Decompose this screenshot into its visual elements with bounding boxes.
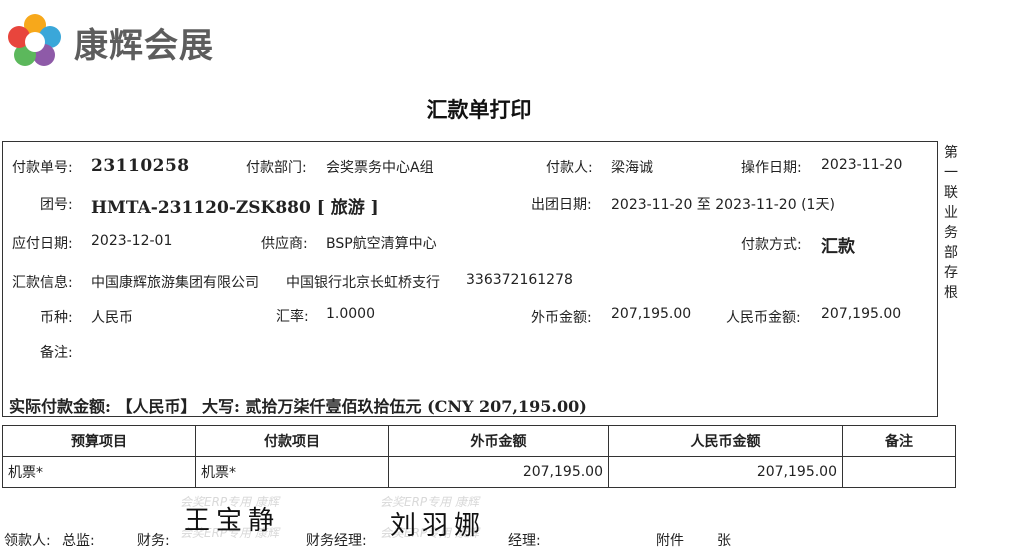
attachment-label: 附件 [656,533,684,549]
col-budget-item: 预算项目 [2,425,196,457]
group-no-label: 团号: [40,197,73,213]
remit-bank: 中国银行北京长虹桥支行 [286,275,440,291]
supplier-value: BSP航空清算中心 [326,236,437,252]
rmb-amount-value: 207,195.00 [821,306,902,322]
col-foreign-amount: 外币金额 [388,425,609,457]
due-date-value: 2023-12-01 [91,233,173,249]
cell-foreign-amount: 207,195.00 [388,456,609,488]
voucher-no-value: 23110258 [91,156,190,176]
cell-payment-item: 机票* [195,456,389,488]
cell-rmb-amount: 207,195.00 [608,456,843,488]
op-date-value: 2023-11-20 [821,157,903,173]
currency-label: 币种: [40,310,73,326]
finance-label: 财务: [137,533,170,549]
remit-info-label: 汇款信息: [12,275,73,291]
cell-budget-item: 机票* [2,456,196,488]
manager-label: 经理: [508,533,541,549]
payer-value: 梁海诚 [611,160,653,176]
finance-manager-label: 财务经理: [306,533,367,549]
pay-method-value: 汇款 [821,237,855,257]
depart-date-label: 出团日期: [531,197,592,213]
sheets-label: 张 [717,533,731,549]
signature-finance-manager: 刘羽娜 [390,511,487,541]
rmb-amount-label: 人民币金额: [726,310,801,326]
department-value: 会奖票务中心A组 [326,160,434,176]
signature-director: 王宝静 [184,506,281,536]
rate-label: 汇率: [276,309,309,325]
due-date-label: 应付日期: [12,236,73,252]
group-no-value: HMTA-231120-ZSK880 [ 旅游 ] [91,198,379,218]
receiver-label: 领款人: [4,533,51,549]
voucher-no-label: 付款单号: [12,160,73,176]
items-table: 预算项目 付款项目 外币金额 人民币金额 备注 机票* 机票* 207,195.… [2,425,956,488]
supplier-label: 供应商: [261,236,308,252]
table-row: 机票* 机票* 207,195.00 207,195.00 [2,456,956,488]
remark-label: 备注: [40,345,73,361]
foreign-amount-value: 207,195.00 [611,306,692,322]
col-rmb-amount: 人民币金额 [608,425,843,457]
depart-date-value: 2023-11-20 至 2023-11-20 (1天) [611,197,835,213]
director-label: 总监: [62,533,95,549]
col-remark: 备注 [842,425,956,457]
payer-label: 付款人: [546,160,593,176]
copy-note: 第一联业务部存根 [944,145,958,301]
remit-company: 中国康辉旅游集团有限公司 [91,275,259,291]
foreign-amount-label: 外币金额: [531,310,592,326]
col-payment-item: 付款项目 [195,425,389,457]
actual-payment-amount: 实际付款金额: 【人民币】 大写: 贰拾万柒仟壹佰玖拾伍元 (CNY 207,1… [9,397,587,416]
remit-account: 336372161278 [466,272,573,288]
table-header-row: 预算项目 付款项目 外币金额 人民币金额 备注 [2,425,956,457]
brand-name: 康辉会展 [74,26,214,66]
cell-remark [842,456,956,488]
currency-value: 人民币 [91,310,133,326]
op-date-label: 操作日期: [741,160,802,176]
page-title: 汇款单打印 [426,98,532,122]
department-label: 付款部门: [246,160,307,176]
rate-value: 1.0000 [326,306,375,322]
brand-logo-icon [8,14,61,66]
pay-method-label: 付款方式: [741,237,802,253]
